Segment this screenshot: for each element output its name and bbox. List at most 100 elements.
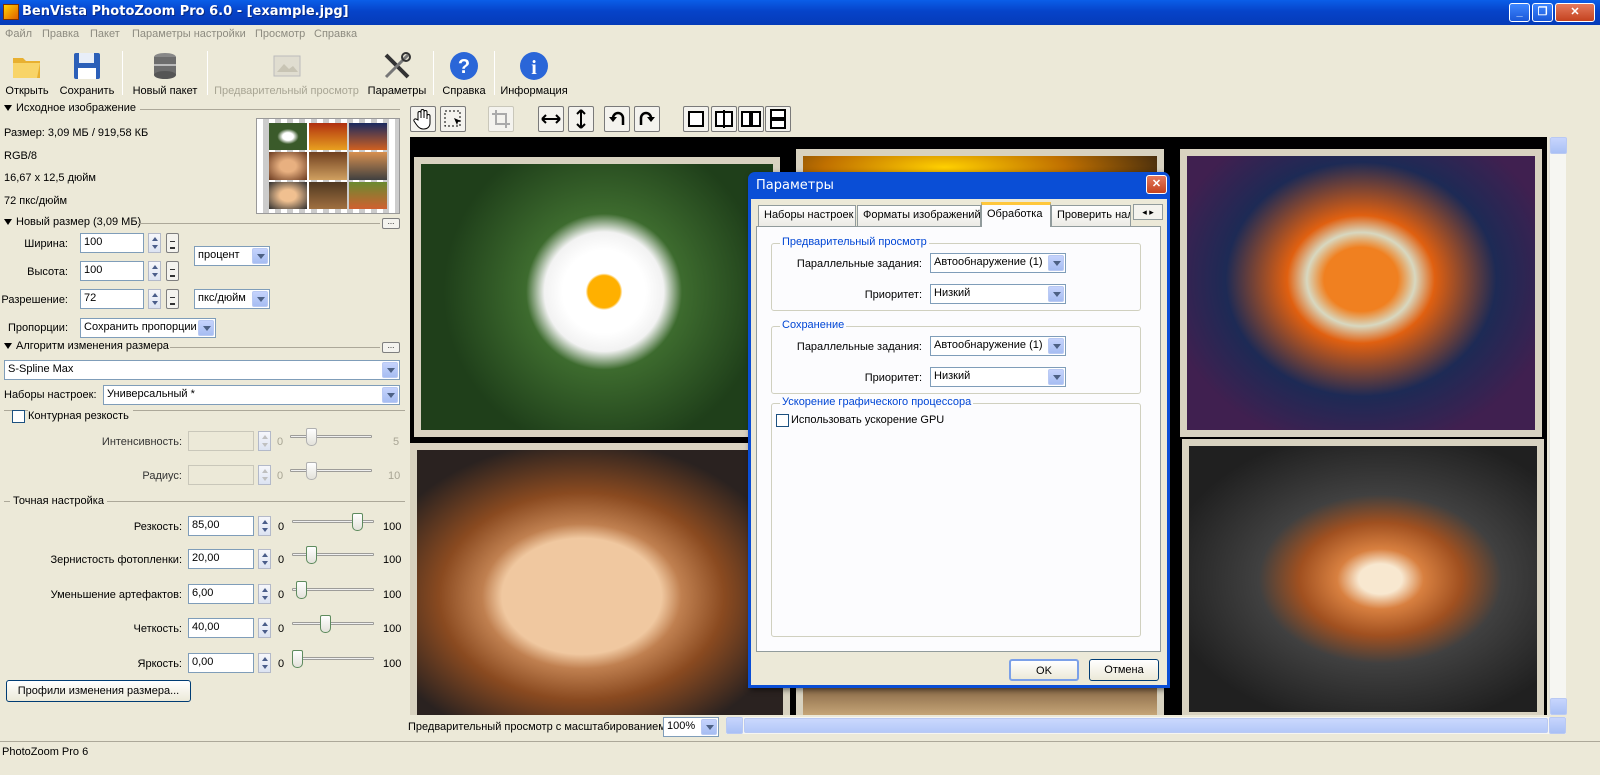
proportions-select[interactable]: Сохранить пропорции [80,318,216,338]
scroll-down-button[interactable] [1550,698,1567,715]
fine-row-spinner[interactable] [258,618,271,638]
width-lock-button[interactable] [166,233,179,253]
menu-view[interactable]: Просмотр [255,28,305,40]
fine-row-spinner[interactable] [258,584,271,604]
zoom-select[interactable]: 100% [663,717,719,737]
stacked-view-button[interactable] [765,106,791,132]
fine-row-input[interactable]: 20,00 [188,549,254,569]
open-button[interactable]: Открыть [3,48,51,98]
crop-tool-button[interactable] [488,106,514,132]
split-view-button[interactable] [711,106,737,132]
height-spinner[interactable] [148,261,161,281]
radius-input[interactable] [188,465,254,485]
gpu-checkbox[interactable] [776,414,789,427]
fine-row-input[interactable]: 0,00 [188,653,254,673]
svg-text:i: i [531,57,537,79]
fine-row-slider[interactable] [292,545,374,567]
tab-check-updates[interactable]: Проверить нал [1051,205,1131,226]
menu-settings[interactable]: Параметры настройки [132,28,246,40]
rotate-left-button[interactable] [604,106,630,132]
crop-icon [492,110,510,128]
info-button[interactable]: i Информация [500,48,568,98]
maximize-button[interactable]: ❐ [1532,3,1553,22]
tab-presets[interactable]: Наборы настроек [758,205,856,226]
new-size-options-button[interactable]: ... [382,218,400,229]
saving-priority-select[interactable]: Низкий [930,367,1066,387]
fine-row-spinner[interactable] [258,516,271,536]
height-lock-button[interactable] [166,261,179,281]
close-button[interactable]: ✕ [1555,3,1595,22]
menu-edit[interactable]: Правка [42,28,79,40]
preview-zoom-label: Предварительный просмотр с масштабирован… [408,721,669,733]
algorithm-select[interactable]: S-Spline Max [4,360,400,380]
intensity-slider[interactable] [290,427,372,449]
menu-file[interactable]: Файл [5,28,32,40]
fine-row-slider[interactable] [292,580,374,602]
scroll-right-button[interactable] [1549,717,1566,734]
source-dpi: 72 пкс/дюйм [4,195,68,207]
size-unit-select[interactable]: процент [194,246,270,266]
fine-row-slider[interactable] [292,512,374,534]
preview-vertical-scrollbar[interactable] [1549,137,1567,715]
presets-select[interactable]: Универсальный * [103,385,400,405]
tab-scroll-buttons[interactable]: ◂ ▸ [1133,204,1163,220]
fit-height-button[interactable] [568,106,594,132]
new-batch-button[interactable]: Новый пакет [130,48,200,98]
ok-button[interactable]: OK [1009,659,1079,681]
svg-text:?: ? [458,56,470,78]
cancel-button[interactable]: Отмена [1089,659,1159,681]
fit-width-button[interactable] [538,106,564,132]
unsharp-checkbox[interactable] [12,410,25,423]
resize-profiles-button[interactable]: Профили изменения размера... [6,680,191,702]
scroll-left-button[interactable] [726,717,743,734]
intensity-spinner[interactable] [258,431,271,451]
saving-jobs-select[interactable]: Автообнаружение (1) [930,336,1066,356]
menu-bar: Файл Правка Пакет Параметры настройки Пр… [0,25,1600,45]
preview-horizontal-scrollbar[interactable] [726,717,1566,734]
tab-processing[interactable]: Обработка [981,202,1051,227]
radius-slider[interactable] [290,461,372,483]
fine-row-input[interactable]: 85,00 [188,516,254,536]
preview-button[interactable]: Предварительный просмотр [214,48,359,98]
fine-row-slider[interactable] [292,649,374,671]
fine-row-slider[interactable] [292,614,374,636]
algorithm-section-header[interactable]: Алгоритм изменения размера [0,340,405,354]
preview-jobs-select[interactable]: Автообнаружение (1) [930,253,1066,273]
save-button[interactable]: Сохранить [58,48,116,98]
source-section-header[interactable]: Исходное изображение [0,102,405,116]
scroll-thumb[interactable] [744,718,1548,733]
menu-help[interactable]: Справка [314,28,357,40]
resolution-unit-select[interactable]: пкс/дюйм [194,289,270,309]
help-button[interactable]: ? Справка [440,48,488,98]
width-input[interactable]: 100 [80,233,144,253]
preview-priority-select[interactable]: Низкий [930,284,1066,304]
fine-row-input[interactable]: 40,00 [188,618,254,638]
fine-row-spinner[interactable] [258,549,271,569]
resolution-input[interactable]: 72 [80,289,144,309]
fine-row-spinner[interactable] [258,653,271,673]
side-by-side-view-button[interactable] [738,106,764,132]
tab-image-formats[interactable]: Форматы изображений [857,205,981,226]
hand-tool-button[interactable] [410,106,436,132]
width-spinner[interactable] [148,233,161,253]
single-view-button[interactable] [683,106,709,132]
radius-min: 0 [277,470,284,482]
menu-batch[interactable]: Пакет [90,28,120,40]
resolution-spinner[interactable] [148,289,161,309]
new-size-section-header[interactable]: Новый размер (3,09 МБ) [0,216,405,230]
intensity-input[interactable] [188,431,254,451]
fine-row-input[interactable]: 6,00 [188,584,254,604]
radius-spinner[interactable] [258,465,271,485]
settings-button[interactable]: Параметры [366,48,428,98]
select-tool-button[interactable] [440,106,466,132]
proportions-label: Пропорции: [8,322,68,334]
resolution-lock-button[interactable] [166,289,179,309]
algorithm-options-button[interactable]: ... [382,342,400,353]
scroll-up-button[interactable] [1550,137,1567,154]
minimize-button[interactable]: _ [1509,3,1530,22]
title-bar: BenVista PhotoZoom Pro 6.0 - [example.jp… [0,0,1600,25]
fine-row-max: 100 [383,623,402,635]
height-input[interactable]: 100 [80,261,144,281]
rotate-right-button[interactable] [634,106,660,132]
dialog-close-button[interactable]: ✕ [1146,175,1167,194]
